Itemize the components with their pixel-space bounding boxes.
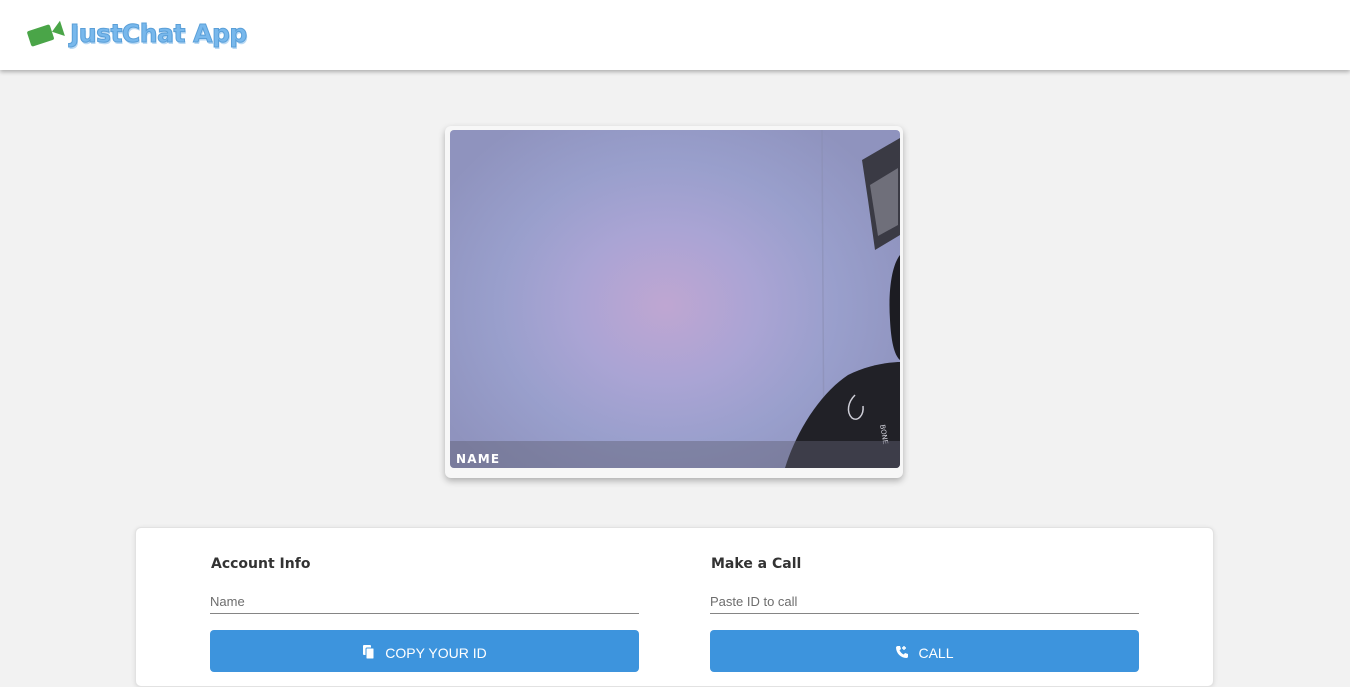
call-button-label: CALL (918, 645, 954, 661)
video-camera-icon (27, 20, 65, 47)
copy-document-icon (363, 645, 375, 659)
local-video-card: BONE NAME (445, 126, 903, 478)
controls-panel: Account Info COPY YOUR ID Make a Call CA… (135, 527, 1214, 687)
video-name-label: NAME (456, 452, 501, 466)
copy-id-button-label: COPY YOUR ID (385, 645, 487, 661)
local-video-stream: BONE NAME (450, 130, 900, 468)
app-logo[interactable]: JustChat App (25, 18, 248, 48)
make-call-title: Make a Call (711, 556, 802, 572)
call-button[interactable]: CALL (710, 630, 1139, 672)
phone-icon (896, 646, 909, 658)
app-name: JustChat App (70, 18, 248, 48)
call-id-input[interactable] (710, 592, 1139, 614)
app-header: JustChat App (0, 0, 1350, 70)
copy-id-button[interactable]: COPY YOUR ID (210, 630, 639, 672)
webcam-feed-image: BONE (785, 130, 900, 468)
video-caption-bar (450, 441, 900, 468)
account-info-title: Account Info (211, 556, 311, 572)
name-input[interactable] (210, 592, 639, 614)
